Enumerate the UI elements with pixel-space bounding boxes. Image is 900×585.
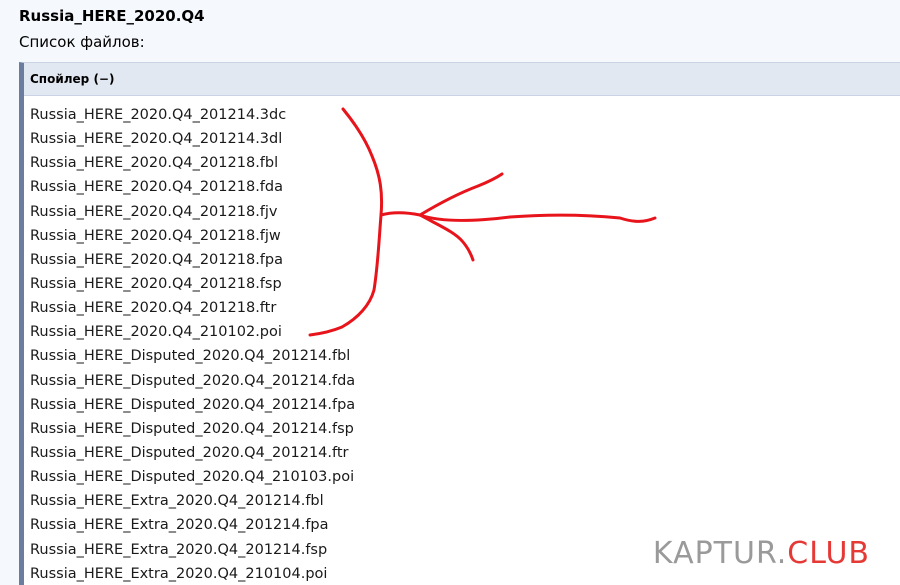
file-list: Russia_HERE_2020.Q4_201214.3dc Russia_HER… (30, 103, 355, 585)
post-title: Russia_HERE_2020.Q4 (19, 7, 205, 25)
spoiler-block: Спойлер (−) Russia_HERE_2020.Q4_201214.3… (19, 62, 900, 585)
file-list-item: Russia_HERE_2020.Q4_201218.fsp (30, 275, 282, 292)
file-list-item: Russia_HERE_2020.Q4_201218.fjv (30, 203, 278, 220)
file-list-item: Russia_HERE_2020.Q4_201218.fpa (30, 251, 283, 268)
file-list-item: Russia_HERE_Extra_2020.Q4_201214.fsp (30, 541, 328, 558)
file-list-item: Russia_HERE_Disputed_2020.Q4_210103.poi (30, 469, 355, 486)
watermark-text-accent: CLUB (787, 536, 870, 571)
watermark-text-main: KAPTUR. (652, 536, 788, 571)
file-list-item: Russia_HERE_Disputed_2020.Q4_201214.fsp (30, 420, 354, 437)
file-list-item: Russia_HERE_Disputed_2020.Q4_201214.fpa (30, 396, 356, 413)
file-list-item: Russia_HERE_Extra_2020.Q4_201214.fpa (30, 517, 329, 534)
file-list-item: Russia_HERE_Extra_2020.Q4_210104.poi (30, 565, 328, 582)
file-list-item: Russia_HERE_2020.Q4_201214.3dl (30, 131, 283, 148)
file-list-item: Russia_HERE_2020.Q4_201218.fjw (30, 227, 281, 244)
file-list-item: Russia_HERE_2020.Q4_201218.ftr (30, 300, 277, 317)
page: Russia_HERE_2020.Q4 Список файлов: Спойл… (0, 0, 900, 585)
file-list-item: Russia_HERE_Disputed_2020.Q4_201214.fda (30, 372, 356, 389)
spoiler-toggle[interactable]: Спойлер (−) (24, 63, 900, 96)
file-list-item: Russia_HERE_2020.Q4_210102.poi (30, 324, 282, 341)
watermark-logo: KAPTUR.CLUB (653, 537, 870, 571)
file-list-item: Russia_HERE_2020.Q4_201218.fbl (30, 155, 279, 172)
file-list-item: Russia_HERE_2020.Q4_201218.fda (30, 179, 283, 196)
file-list-label: Список файлов: (19, 33, 145, 51)
file-list-item: Russia_HERE_Disputed_2020.Q4_201214.fbl (30, 348, 351, 365)
file-list-item: Russia_HERE_Disputed_2020.Q4_201214.ftr (30, 444, 349, 461)
file-list-item: Russia_HERE_Extra_2020.Q4_201214.fbl (30, 493, 324, 510)
file-list-item: Russia_HERE_2020.Q4_201214.3dc (30, 107, 287, 123)
